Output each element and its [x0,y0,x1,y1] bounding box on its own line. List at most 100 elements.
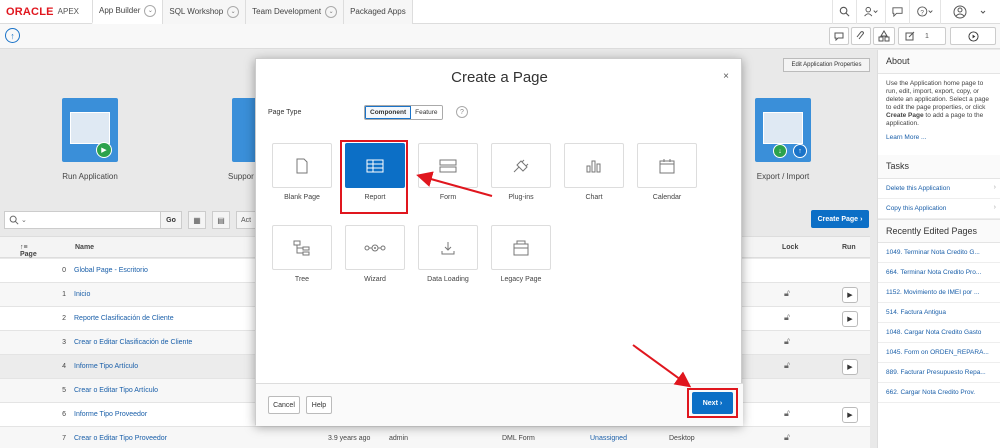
feature-option[interactable]: Feature [411,106,442,119]
create-page-button[interactable]: Create Page › [811,210,869,228]
report-view-button[interactable]: ▤ [212,211,230,229]
page-type-cell: DML Form [502,435,535,442]
page-number: 4 [62,363,66,370]
chevron-right-icon: › [860,215,863,223]
page-name-link[interactable]: Informe Tipo Proveedor [74,411,147,418]
tile-tree[interactable]: Tree [272,225,332,310]
unlock-icon[interactable]: 🔓︎ [784,408,790,419]
calendar-icon [637,143,697,188]
actions-button[interactable]: Act [236,211,256,229]
icon-view-button[interactable]: ▦ [188,211,206,229]
recent-page-link[interactable]: 1045. Form on ORDEN_REPARA... [878,343,1000,363]
help-menu-icon[interactable]: ? [909,0,940,24]
attachment-icon[interactable] [851,27,871,45]
recent-page-link[interactable]: 662. Cargar Nota Credito Prov. [878,383,1000,403]
table-row[interactable]: 7 Crear o Editar Tipo Proveedor 3.9 year… [0,427,870,448]
tile-blank-page[interactable]: Blank Page [272,143,332,228]
run-application-card[interactable]: ▶ Run Application [40,98,140,181]
export-import-label: Export / Import [756,172,810,181]
page-name-link[interactable]: Crear o Editar Tipo Proveedor [74,435,167,442]
recent-page-link[interactable]: 514. Factura Antigua [878,303,1000,323]
tile-form[interactable]: Form [418,143,478,228]
tasks-heading: Tasks [878,155,1000,179]
tab-packaged-apps[interactable]: Packaged Apps [343,0,413,24]
search-icon[interactable] [832,0,856,24]
unlock-icon[interactable]: 🔓︎ [784,336,790,347]
unlock-icon[interactable]: 🔓︎ [784,288,790,299]
recent-page-link[interactable]: 1048. Cargar Nota Credito Gasto [878,323,1000,343]
chevron-down-icon[interactable]: ⌄ [144,4,157,17]
tile-chart[interactable]: Chart [564,143,624,228]
account-icon[interactable] [940,0,1000,24]
unlock-icon[interactable]: 🔓︎ [784,312,790,323]
run-page-button[interactable]: ▶ [842,311,858,327]
chevron-right-icon: › [993,184,996,191]
user-menu-icon[interactable] [856,0,885,24]
chevron-down-icon[interactable]: ⌄ [227,5,240,18]
search-input[interactable]: ⌄ [4,211,180,229]
page-group-link[interactable]: Unassigned [590,435,627,442]
edit-application-properties-button[interactable]: Edit Application Properties [783,58,870,72]
tab-label: App Builder [99,6,141,15]
task-copy-application[interactable]: Copy this Application › [878,199,1000,219]
recent-page-link[interactable]: 664. Terminar Nota Credito Pro... [878,263,1000,283]
upload-icon[interactable]: ↑ [5,28,20,43]
chat-icon[interactable] [885,0,909,24]
tile-label: Blank Page [284,194,320,201]
edit-icon [905,31,915,41]
tile-plug-ins[interactable]: Plug-ins [491,143,551,228]
page-name-link[interactable]: Crear o Editar Tipo Artículo [74,387,158,394]
component-option[interactable]: Component [365,106,412,119]
unlock-icon[interactable]: 🔓︎ [784,360,790,371]
close-icon[interactable]: × [723,71,729,82]
learn-more-link[interactable]: Learn More ... [878,134,1000,141]
create-page-dialog: Create a Page × Page Type Component Feat… [255,58,743,426]
edit-counter-button[interactable]: 1 [898,27,946,45]
column-run[interactable]: Run [842,244,856,251]
help-button[interactable]: Help [306,396,332,414]
comment-icon[interactable] [829,27,849,45]
tree-icon [272,225,332,270]
cancel-button[interactable]: Cancel [268,396,300,414]
tab-sql-workshop[interactable]: SQL Workshop ⌄ [162,0,246,24]
recent-page-link[interactable]: 889. Facturar Presupuesto Repa... [878,363,1000,383]
column-page[interactable]: Page ↑≡ [20,244,37,258]
export-import-icon: ↓ ↑ [755,98,811,162]
tile-label: Plug-ins [508,194,534,201]
run-page-button[interactable]: ▶ [842,287,858,303]
run-icon[interactable] [950,27,996,45]
recent-page-link[interactable]: 1049. Terminar Nota Credito G... [878,243,1000,263]
run-application-label: Run Application [62,172,118,181]
chart-icon [564,143,624,188]
wizard-icon [345,225,405,270]
chevron-down-icon[interactable]: ⌄ [325,5,338,18]
go-button[interactable]: Go [160,211,182,229]
recent-page-link[interactable]: 1152. Movimiento de IMEI por ... [878,283,1000,303]
run-page-button[interactable]: ▶ [842,407,858,423]
export-import-card[interactable]: ↓ ↑ Export / Import [742,98,824,181]
tab-team-development[interactable]: Team Development ⌄ [245,0,344,24]
page-name-link[interactable]: Global Page - Escritorio [74,267,148,274]
tile-data-loading[interactable]: Data Loading [418,225,478,310]
help-icon[interactable]: ? [456,106,468,118]
tile-legacy-page[interactable]: Legacy Page [491,225,551,310]
task-delete-application[interactable]: Delete this Application › [878,179,1000,199]
supporting-objects-card[interactable]: Suppor [222,98,255,181]
tile-wizard[interactable]: Wizard [345,225,405,310]
oracle-apex-logo[interactable]: ORACLE APEX [0,0,92,24]
run-page-button[interactable]: ▶ [842,359,858,375]
shared-components-icon[interactable] [873,27,895,45]
page-name-link[interactable]: Inicio [74,291,90,298]
blank-page-icon [272,143,332,188]
page-name-link[interactable]: Crear o Editar Clasificación de Cliente [74,339,192,346]
page-name-link[interactable]: Reporte Clasificación de Cliente [74,315,174,322]
tab-app-builder[interactable]: App Builder ⌄ [92,0,163,24]
page-type-toggle: Component Feature [364,105,443,120]
column-name[interactable]: Name [75,244,94,251]
search-icon [9,215,19,225]
unlock-icon[interactable]: 🔓︎ [784,432,790,443]
tile-calendar[interactable]: Calendar [637,143,697,228]
column-lock[interactable]: Lock [782,244,798,251]
page-name-link[interactable]: Informe Tipo Artículo [74,363,138,370]
report-highlight-box [340,140,408,214]
